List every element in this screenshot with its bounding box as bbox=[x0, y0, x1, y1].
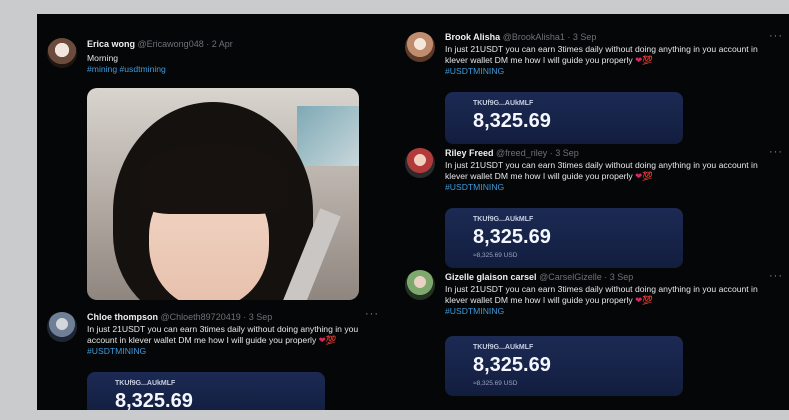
hashtag-link[interactable]: #USDTMINING bbox=[87, 346, 377, 357]
wallet-amount: 8,325.69 bbox=[473, 354, 551, 376]
hashtag-link[interactable]: #USDTMINING bbox=[445, 306, 775, 317]
tweet-gizelle[interactable]: Gizelle glaison carsel @CarselGizelle · … bbox=[393, 270, 789, 410]
tweet-erica[interactable]: Erica wong @Ericawong048 · 2 Apr Morning… bbox=[37, 14, 377, 314]
avatar[interactable] bbox=[47, 38, 77, 68]
wallet-usd-value: ≈8,325.69 USD bbox=[473, 252, 518, 259]
hashtag-link[interactable]: #USDTMINING bbox=[445, 66, 775, 77]
wallet-card[interactable]: TKUf9G...AUkMLF 8,325.69 ≈8,325.69 USD bbox=[445, 208, 683, 268]
author-name[interactable]: Chloe thompson bbox=[87, 312, 158, 322]
avatar[interactable] bbox=[405, 270, 435, 300]
wallet-amount: 8,325.69 bbox=[473, 110, 551, 132]
more-options-icon[interactable]: ··· bbox=[769, 30, 783, 42]
hashtag-link[interactable]: #mining #usdtmining bbox=[87, 64, 367, 75]
author-name[interactable]: Riley Freed bbox=[445, 148, 494, 158]
author-name[interactable]: Erica wong bbox=[87, 39, 135, 49]
tweet-text: Morning #mining #usdtmining bbox=[87, 53, 367, 75]
wallet-address: TKUf9G...AUkMLF bbox=[473, 100, 534, 107]
more-options-icon[interactable]: ··· bbox=[769, 270, 783, 282]
avatar[interactable] bbox=[405, 148, 435, 178]
avatar[interactable] bbox=[47, 312, 77, 342]
tweet-text: In just 21USDT you can earn 3times daily… bbox=[445, 284, 775, 317]
car-window bbox=[297, 106, 359, 166]
tweet-text: In just 21USDT you can earn 3times daily… bbox=[87, 324, 377, 357]
wallet-card[interactable]: TKUf9G...AUkMLF 8,325.69 ≈8,325.69 USD bbox=[445, 336, 683, 396]
tweet-photo[interactable] bbox=[87, 88, 359, 300]
hundred-emoji-icon: 💯 bbox=[325, 335, 337, 345]
hundred-emoji-icon: 💯 bbox=[642, 55, 653, 65]
wallet-address: TKUf9G...AUkMLF bbox=[473, 216, 534, 223]
tweet-chloe[interactable]: Chloe thompson @Chloeth89720419 · 3 Sep … bbox=[37, 310, 377, 410]
hundred-emoji-icon: 💯 bbox=[642, 171, 653, 181]
tweet-brook[interactable]: Brook Alisha @BrookAlisha1 · 3 Sep ··· I… bbox=[393, 30, 789, 148]
heart-emoji-icon: ❤ bbox=[318, 335, 326, 345]
screenshot-frame: Erica wong @Ericawong048 · 2 Apr Morning… bbox=[37, 14, 789, 410]
hundred-emoji-icon: 💯 bbox=[642, 295, 653, 305]
wallet-address: TKUf9G...AUkMLF bbox=[473, 344, 534, 351]
wallet-card[interactable]: TKUf9G...AUkMLF 8,325.69 bbox=[87, 372, 325, 410]
wallet-card[interactable]: TKUf9G...AUkMLF 8,325.69 bbox=[445, 92, 683, 144]
photo-bangs bbox=[139, 144, 289, 214]
tweet-text: In just 21USDT you can earn 3times daily… bbox=[445, 160, 775, 193]
wallet-address: TKUf9G...AUkMLF bbox=[115, 380, 176, 387]
wallet-amount: 8,325.69 bbox=[115, 390, 193, 410]
author-handle[interactable]: @freed_riley · 3 Sep bbox=[496, 148, 579, 158]
wallet-amount: 8,325.69 bbox=[473, 226, 551, 248]
tweet-riley[interactable]: Riley Freed @freed_riley · 3 Sep ··· In … bbox=[393, 146, 789, 270]
author-name[interactable]: Brook Alisha bbox=[445, 32, 500, 42]
author-handle[interactable]: @Ericawong048 · 2 Apr bbox=[138, 39, 233, 49]
author-name[interactable]: Gizelle glaison carsel bbox=[445, 272, 537, 282]
avatar[interactable] bbox=[405, 32, 435, 62]
more-options-icon[interactable]: ··· bbox=[365, 308, 379, 320]
more-options-icon[interactable]: ··· bbox=[769, 146, 783, 158]
wallet-usd-value: ≈8,325.69 USD bbox=[473, 380, 518, 387]
author-handle[interactable]: @CarselGizelle · 3 Sep bbox=[539, 272, 633, 282]
author-handle[interactable]: @Chloeth89720419 · 3 Sep bbox=[161, 312, 273, 322]
hashtag-link[interactable]: #USDTMINING bbox=[445, 182, 775, 193]
author-handle[interactable]: @BrookAlisha1 · 3 Sep bbox=[503, 32, 597, 42]
tweet-text: In just 21USDT you can earn 3times daily… bbox=[445, 44, 775, 77]
